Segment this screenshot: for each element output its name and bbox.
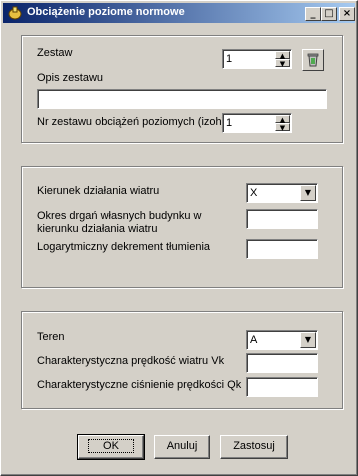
spin-down-icon[interactable]: ▼ [275,59,290,68]
cancel-button-label: Anuluj [166,440,198,452]
description-input[interactable] [37,89,327,109]
window-title: Obciążenie poziome normowe [27,6,185,18]
dropdown-arrow-icon[interactable]: ▼ [300,332,316,348]
maximize-button[interactable]: □ [321,7,337,21]
damping-input[interactable] [246,239,318,259]
set-label: Zestaw [37,47,73,59]
terrain-label: Teren [37,331,65,343]
wind-speed-input[interactable] [246,353,318,373]
app-icon [8,6,22,20]
set-value: 1 [226,53,233,65]
wind-speed-label: Charakterystyczna prędkość wiatru Vk [37,355,225,367]
apply-button-label: Zastosuj [233,440,275,452]
spin-up-icon[interactable]: ▲ [275,51,290,60]
cancel-button[interactable]: Anuluj [154,435,210,459]
horizontal-load-set-value: 1 [226,117,233,129]
dialog-window: Obciążenie poziome normowe _ □ × Zestaw … [0,0,358,476]
vibration-period-input[interactable] [246,209,318,229]
title-bar[interactable]: Obciążenie poziome normowe _ □ × [3,3,355,23]
terrain-value: A [250,334,258,346]
close-button[interactable]: × [339,7,355,21]
damping-label: Logarytmiczny dekrement tłumienia [37,241,211,253]
wind-direction-value: X [250,187,258,199]
wind-direction-label: Kierunek działania wiatru [37,185,160,197]
vibration-period-label-line1: Okres drgań własnych budynku w [37,210,202,222]
terrain-select[interactable]: A ▼ [246,330,318,350]
spin-down-icon[interactable]: ▼ [275,123,290,132]
pressure-input[interactable] [246,377,318,397]
spin-up-icon[interactable]: ▲ [275,115,290,124]
ok-button[interactable]: OK [77,434,145,460]
ok-button-label: OK [88,439,134,453]
delete-set-button[interactable] [302,49,324,71]
wind-direction-select[interactable]: X ▼ [246,183,318,203]
dropdown-arrow-icon[interactable]: ▼ [300,185,316,201]
apply-button[interactable]: Zastosuj [220,435,288,459]
pressure-label: Charakterystyczne ciśnienie prędkości Qk [37,379,242,391]
set-spinner[interactable]: 1 ▲ ▼ [222,49,292,69]
description-label: Opis zestawu [37,72,104,84]
minimize-button[interactable]: _ [305,7,321,21]
horizontal-load-set-spinner[interactable]: 1 ▲ ▼ [222,113,292,133]
trash-icon [307,53,319,67]
vibration-period-label-line2: kierunku działania wiatru [37,223,158,235]
horizontal-load-set-label: Nr zestawu obciążeń poziomych (izoh) [37,116,226,128]
